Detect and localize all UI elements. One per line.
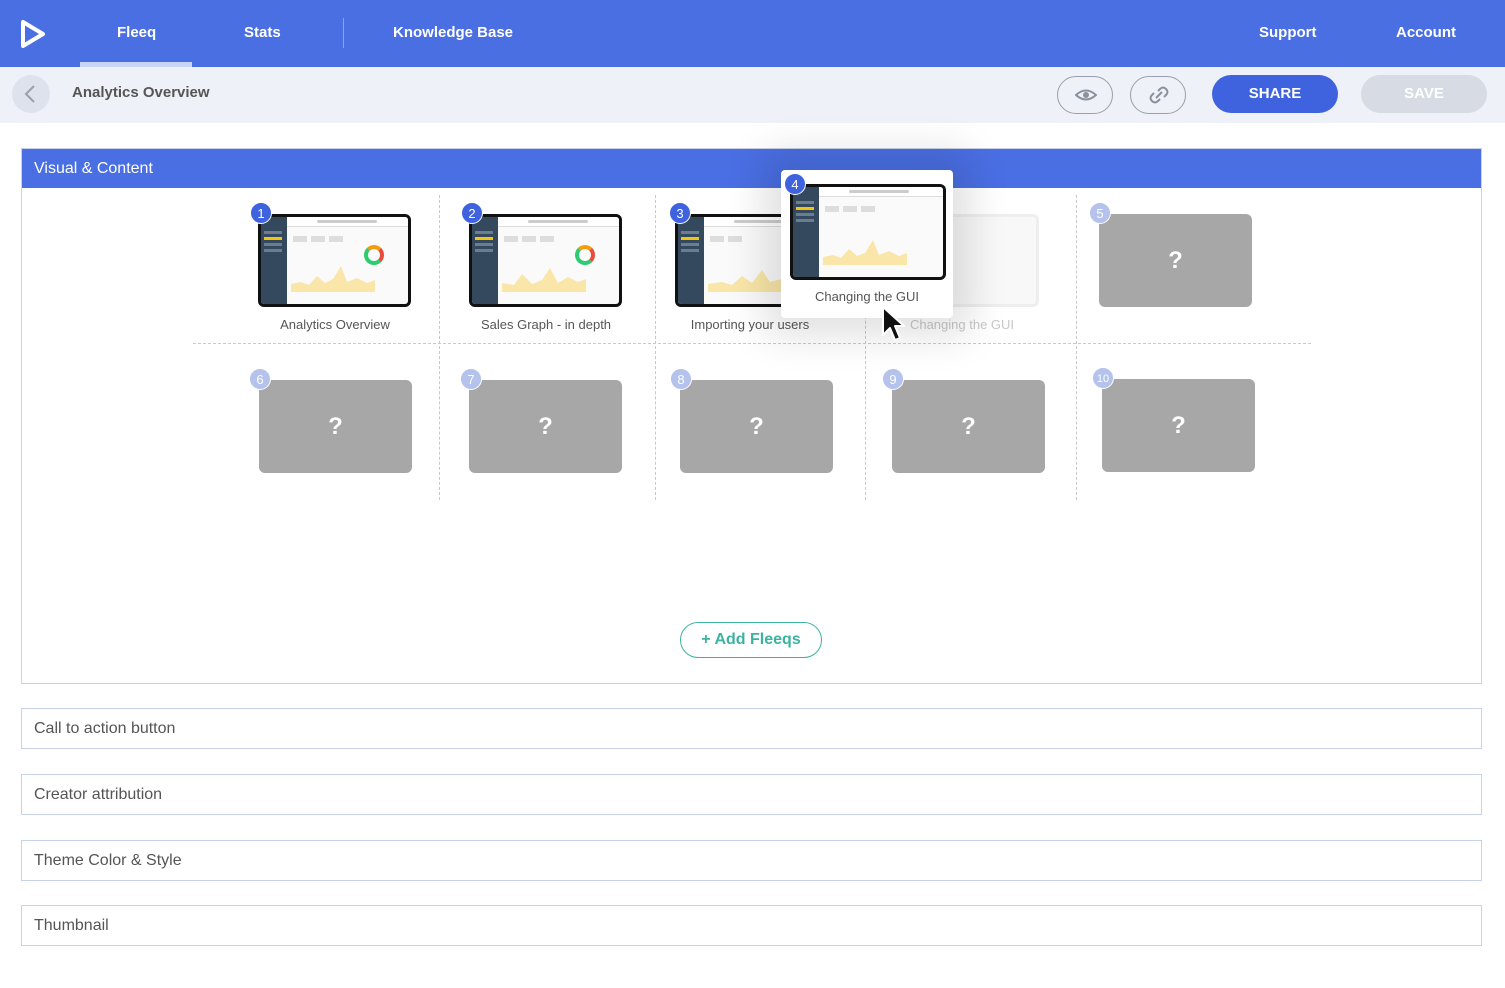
chevron-left-icon [24, 85, 35, 103]
save-button[interactable]: SAVE [1361, 75, 1487, 113]
slot-number-badge: 4 [784, 173, 806, 195]
link-icon [1149, 86, 1169, 104]
preview-button[interactable] [1057, 76, 1113, 114]
slot-number-badge: 7 [460, 368, 482, 390]
section-creator-attribution[interactable]: Creator attribution [21, 774, 1482, 815]
grid-divider [655, 195, 656, 500]
fleeq-thumbnail-2[interactable] [469, 214, 622, 307]
section-call-to-action[interactable]: Call to action button [21, 708, 1482, 749]
nav-divider [343, 18, 344, 48]
copy-link-button[interactable] [1130, 76, 1186, 114]
empty-slot-placeholder[interactable]: ? [1102, 379, 1255, 472]
fleeq-thumbnail-1[interactable] [258, 214, 411, 307]
sub-header: Analytics Overview SHARE SAVE [0, 67, 1505, 123]
slot-caption: Sales Graph - in depth [480, 317, 612, 332]
mouse-cursor-icon [882, 306, 905, 341]
nav-knowledge-base[interactable]: Knowledge Base [393, 0, 513, 67]
add-fleeqs-button[interactable]: + Add Fleeqs [680, 622, 822, 658]
empty-slot-placeholder[interactable]: ? [680, 380, 833, 473]
dragging-fleeq-card[interactable]: 4 Changing the GUI [781, 170, 953, 318]
slot-caption: Analytics Overview [280, 317, 390, 332]
nav-support[interactable]: Support [1259, 0, 1317, 67]
empty-slot-placeholder[interactable]: ? [259, 380, 412, 473]
page-title: Analytics Overview [72, 84, 210, 101]
panel-header-visual-content[interactable]: Visual & Content [22, 149, 1481, 188]
section-theme-color-style[interactable]: Theme Color & Style [21, 840, 1482, 881]
fleeq-logo-icon[interactable] [18, 18, 48, 50]
dragging-thumbnail [790, 184, 946, 280]
grid-divider [1076, 195, 1077, 500]
slot-number-badge: 2 [461, 202, 483, 224]
slot-caption: Importing your users [690, 317, 810, 332]
slot-number-badge: 10 [1092, 367, 1114, 389]
slot-number-badge: 1 [250, 202, 272, 224]
slot-number-badge: 9 [882, 368, 904, 390]
slot-number-badge: 3 [669, 202, 691, 224]
eye-icon [1075, 89, 1097, 101]
share-button[interactable]: SHARE [1212, 75, 1338, 113]
slot-number-badge: 6 [249, 368, 271, 390]
slot-number-badge: 8 [670, 368, 692, 390]
empty-slot-placeholder[interactable]: ? [1099, 214, 1252, 307]
nav-fleeq[interactable]: Fleeq [117, 0, 156, 67]
section-thumbnail[interactable]: Thumbnail [21, 905, 1482, 946]
slot-number-badge: 5 [1089, 202, 1111, 224]
top-navigation: Fleeq Stats Knowledge Base Support Accou… [0, 0, 1505, 67]
empty-slot-placeholder[interactable]: ? [469, 380, 622, 473]
grid-row-divider [193, 343, 1311, 344]
empty-slot-placeholder[interactable]: ? [892, 380, 1045, 473]
dragging-caption: Changing the GUI [814, 289, 920, 304]
back-button[interactable] [12, 75, 50, 113]
nav-account[interactable]: Account [1396, 0, 1456, 67]
nav-stats[interactable]: Stats [244, 0, 281, 67]
grid-divider [439, 195, 440, 500]
